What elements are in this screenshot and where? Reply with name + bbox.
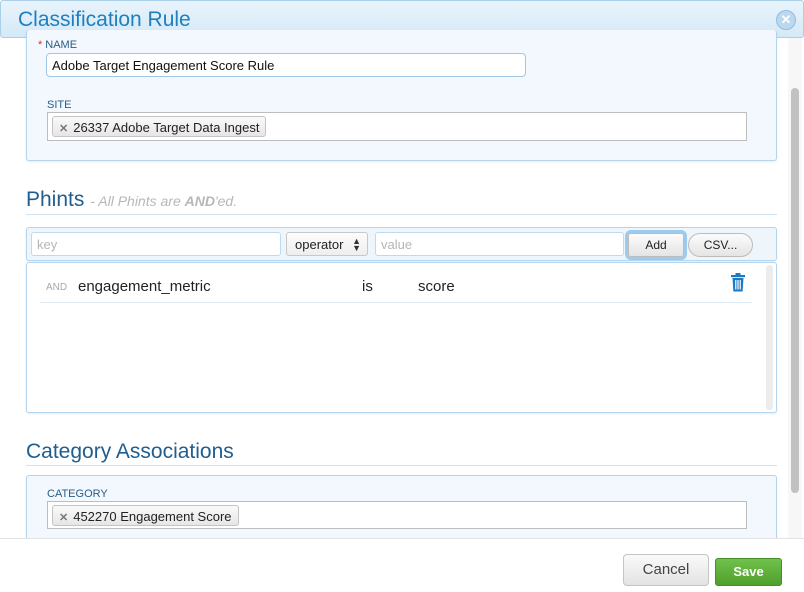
select-arrows-icon: ▲ ▼: [352, 236, 361, 253]
phints-title: Phints: [26, 188, 85, 211]
name-label: * NAME: [38, 39, 77, 51]
phint-value: score: [418, 278, 455, 295]
trash-icon[interactable]: [730, 273, 746, 297]
phint-row: AND engagement_metric is score: [40, 272, 752, 303]
csv-button[interactable]: CSV...: [688, 233, 753, 257]
name-label-text: NAME: [45, 39, 78, 51]
phints-divider: [26, 214, 777, 215]
site-token-label: 26337 Adobe Target Data Ingest: [73, 120, 260, 135]
close-icon[interactable]: ✕: [776, 10, 796, 30]
key-input[interactable]: [31, 232, 281, 256]
add-button[interactable]: Add: [628, 233, 684, 257]
category-token-label: 452270 Engagement Score: [73, 509, 232, 524]
phints-hint: - All Phints are AND'ed.: [90, 193, 237, 209]
rule-panel: [26, 30, 777, 161]
save-button[interactable]: Save: [715, 558, 782, 586]
name-input[interactable]: [46, 53, 526, 77]
dialog-title: Classification Rule: [18, 8, 191, 31]
hint-suffix: 'ed.: [214, 193, 238, 209]
cancel-button[interactable]: Cancel: [623, 554, 709, 586]
hint-bold: AND: [184, 193, 215, 209]
hint-prefix: - All Phints are: [90, 193, 185, 209]
dialog-scrollbar-thumb[interactable]: [791, 88, 799, 493]
category-heading: Category Associations: [26, 440, 234, 463]
operator-label: operator: [295, 237, 344, 252]
operator-select[interactable]: operator ▲ ▼: [286, 232, 368, 256]
site-label: SITE: [47, 99, 72, 111]
phints-list-scrollbar[interactable]: [766, 265, 773, 410]
phint-operator: is: [362, 278, 373, 295]
category-label: CATEGORY: [47, 488, 108, 500]
phints-heading: Phints - All Phints are AND'ed.: [26, 188, 237, 212]
required-marker: *: [38, 39, 43, 51]
category-token[interactable]: ✕ 452270 Engagement Score: [52, 505, 239, 526]
value-input[interactable]: [375, 232, 624, 256]
phint-conjunction: AND: [46, 282, 68, 293]
category-divider: [26, 465, 777, 466]
phint-key: engagement_metric: [78, 278, 211, 295]
site-multiselect[interactable]: ✕ 26337 Adobe Target Data Ingest: [47, 112, 747, 141]
category-multiselect[interactable]: ✕ 452270 Engagement Score: [47, 501, 747, 529]
remove-token-icon[interactable]: ✕: [59, 512, 68, 524]
remove-token-icon[interactable]: ✕: [59, 123, 68, 135]
site-token[interactable]: ✕ 26337 Adobe Target Data Ingest: [52, 116, 267, 137]
